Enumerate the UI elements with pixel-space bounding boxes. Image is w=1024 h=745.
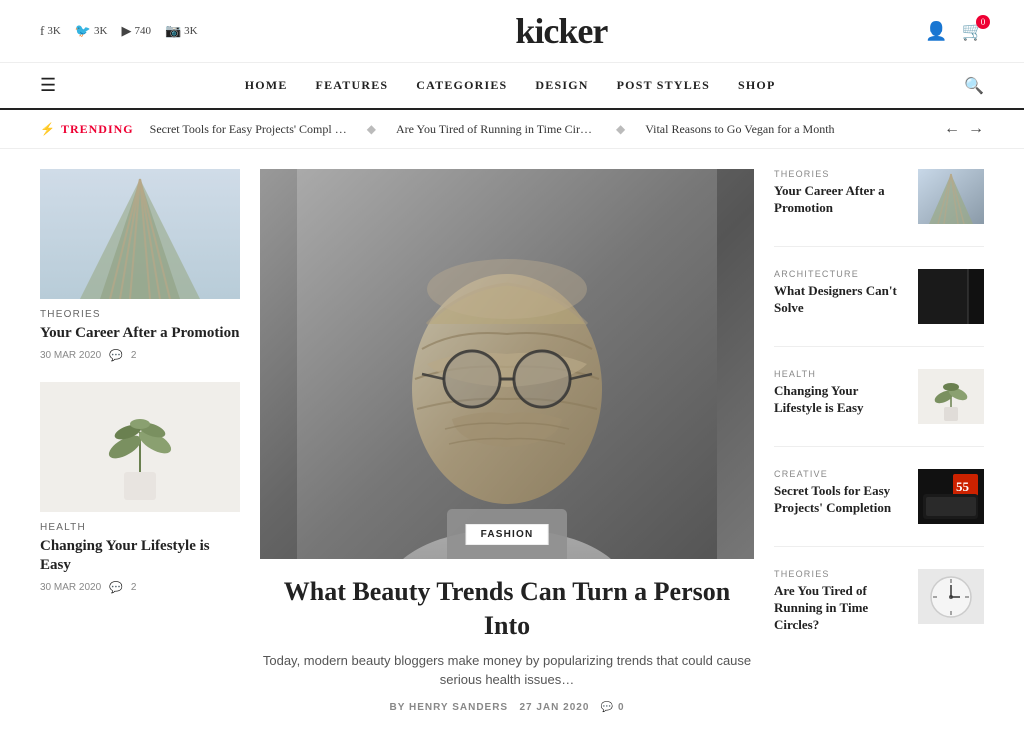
comment-icon-2: 💬 [109,581,123,594]
user-icon[interactable]: 👤 [925,21,947,42]
twitter-icon: 🐦 [75,23,91,39]
left-card-1-comments: 2 [131,350,137,361]
left-card-2-title[interactable]: Changing Your Lifestyle is Easy [40,537,240,576]
right-item-3-text: HEALTH Changing Your Lifestyle is Easy [774,369,906,417]
nav-categories[interactable]: CATEGORIES [416,78,507,93]
svg-text:55: 55 [956,479,970,494]
right-item-3: HEALTH Changing Your Lifestyle is Easy [774,369,984,447]
left-card-1-date: 30 MAR 2020 [40,350,101,361]
right-item-1-category: THEORIES [774,169,906,179]
top-bar: f 3K 🐦 3K ▶ 740 📷 3K kicker 👤 🛒 0 [0,0,1024,63]
featured-category-tag: FASHION [466,524,549,545]
top-right-icons: 👤 🛒 0 [925,21,984,42]
trending-prev[interactable]: ← [944,120,960,138]
nav-bar: ☰ HOME FEATURES CATEGORIES DESIGN POST S… [0,63,1024,110]
instagram-icon: 📷 [165,23,181,39]
right-item-5-image[interactable] [918,569,984,624]
featured-img-bg [260,169,754,559]
left-card-2-image[interactable] [40,382,240,512]
facebook-count: 3K [47,25,60,37]
social-youtube[interactable]: ▶ 740 [121,23,151,39]
left-card-2: HEALTH Changing Your Lifestyle is Easy 3… [40,382,240,594]
right-item-3-title[interactable]: Changing Your Lifestyle is Easy [774,383,906,417]
trending-item-1[interactable]: Secret Tools for Easy Projects' Compl … [150,122,347,137]
right-item-5-title[interactable]: Are You Tired of Running in Time Circles… [774,583,906,634]
search-icon[interactable]: 🔍 [964,76,984,96]
left-card-1-category: THEORIES [40,309,240,320]
site-title[interactable]: kicker [515,10,607,52]
main-content: THEORIES Your Career After a Promotion 3… [0,149,1024,733]
right-item-1-title[interactable]: Your Career After a Promotion [774,183,906,217]
trending-item-3[interactable]: Vital Reasons to Go Vegan for a Month [645,122,834,137]
right-item-4-title[interactable]: Secret Tools for Easy Projects' Completi… [774,483,906,517]
right-item-1: THEORIES Your Career After a Promotion [774,169,984,247]
right-item-5: THEORIES Are You Tired of Running in Tim… [774,569,984,656]
right-column: THEORIES Your Career After a Promotion [774,169,984,713]
center-column: FASHION What Beauty Trends Can Turn a Pe… [260,169,754,713]
comment-icon-1: 💬 [109,349,123,362]
right-item-2-text: ARCHITECTURE What Designers Can't Solve [774,269,906,317]
left-card-2-category: HEALTH [40,522,240,533]
instagram-count: 3K [184,25,197,37]
nav-post-styles[interactable]: POST STYLES [617,78,710,93]
trending-next[interactable]: → [968,120,984,138]
left-card-1-image[interactable] [40,169,240,299]
left-card-2-meta: 30 MAR 2020 💬 2 [40,581,240,594]
trending-label: ⚡ TRENDING [40,122,134,137]
featured-author[interactable]: HENRY SANDERS [409,702,508,713]
nav-home[interactable]: HOME [245,78,288,93]
cart-count: 0 [976,15,990,29]
featured-image[interactable]: FASHION [260,169,754,559]
right-item-1-image[interactable] [918,169,984,224]
right-item-3-category: HEALTH [774,369,906,379]
nav-shop[interactable]: SHOP [738,78,775,93]
left-card-2-date: 30 MAR 2020 [40,582,101,593]
hamburger-menu[interactable]: ☰ [40,75,56,96]
right-item-4-category: CREATIVE [774,469,906,479]
trending-items: Secret Tools for Easy Projects' Compl … … [150,122,928,137]
featured-excerpt: Today, modern beauty bloggers make money… [260,651,754,690]
trending-bar: ⚡ TRENDING Secret Tools for Easy Project… [0,110,1024,149]
left-card-1-meta: 30 MAR 2020 💬 2 [40,349,240,362]
social-facebook[interactable]: f 3K [40,23,61,39]
nav-features[interactable]: FEATURES [316,78,389,93]
right-item-1-text: THEORIES Your Career After a Promotion [774,169,906,217]
right-item-4-text: CREATIVE Secret Tools for Easy Projects'… [774,469,906,517]
left-column: THEORIES Your Career After a Promotion 3… [40,169,240,713]
right-item-2-category: ARCHITECTURE [774,269,906,279]
trending-item-2[interactable]: Are You Tired of Running in Time Circl… [396,122,596,137]
left-card-1: THEORIES Your Career After a Promotion 3… [40,169,240,362]
cart-icon[interactable]: 🛒 0 [962,21,984,42]
featured-title[interactable]: What Beauty Trends Can Turn a Person Int… [260,575,754,643]
social-twitter[interactable]: 🐦 3K [75,23,108,39]
right-item-2-title[interactable]: What Designers Can't Solve [774,283,906,317]
bolt-icon: ⚡ [40,122,56,137]
right-item-2-image[interactable] [918,269,984,324]
facebook-icon: f [40,23,44,39]
right-item-4: CREATIVE Secret Tools for Easy Projects'… [774,469,984,547]
youtube-count: 740 [134,25,151,37]
trending-arrows: ← → [944,120,984,138]
left-card-2-comments: 2 [131,582,137,593]
right-item-5-category: THEORIES [774,569,906,579]
right-item-2: ARCHITECTURE What Designers Can't Solve [774,269,984,347]
social-links: f 3K 🐦 3K ▶ 740 📷 3K [40,23,198,39]
right-item-5-text: THEORIES Are You Tired of Running in Tim… [774,569,906,634]
nav-design[interactable]: DESIGN [535,78,588,93]
by-label: BY [389,702,409,713]
featured-date: 27 JAN 2020 💬 0 [512,702,625,713]
main-nav: HOME FEATURES CATEGORIES DESIGN POST STY… [56,78,964,93]
right-item-3-image[interactable] [918,369,984,424]
youtube-icon: ▶ [121,23,131,39]
twitter-count: 3K [94,25,107,37]
social-instagram[interactable]: 📷 3K [165,23,198,39]
right-item-4-image[interactable]: 55 [918,469,984,524]
featured-byline: BY HENRY SANDERS 27 JAN 2020 💬 0 [260,702,754,713]
left-card-1-title[interactable]: Your Career After a Promotion [40,324,240,344]
